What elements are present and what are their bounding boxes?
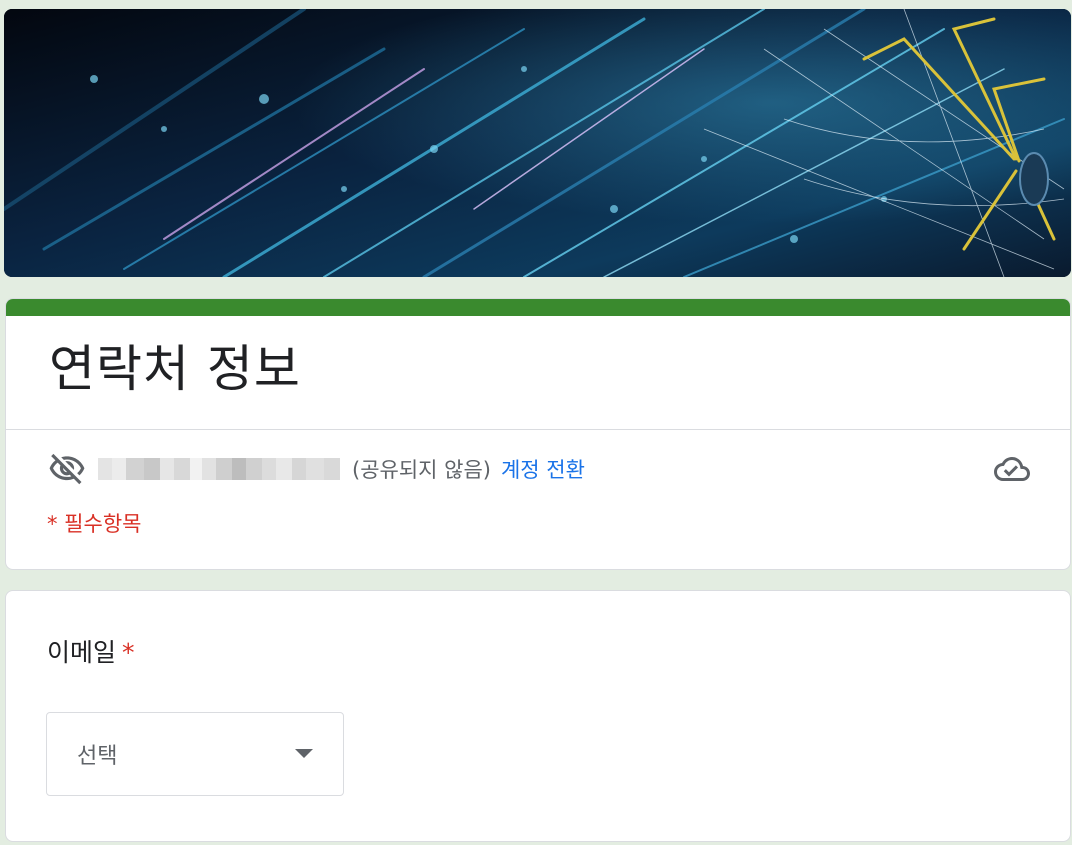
required-note: * 필수항목 [47,512,142,536]
email-question-card: 이메일 * 선택 [5,590,1071,842]
header-banner-image [4,9,1071,277]
form-page: 연락처 정보 (공유되지 않음) 계정 전환 * 필수항목 이메일 * 선택 [0,0,1072,845]
form-title-card: 연락처 정보 (공유되지 않음) 계정 전환 * 필수항목 [5,298,1071,570]
switch-account-link[interactable]: 계정 전환 [501,454,585,484]
question-title: 이메일 [47,638,117,667]
blurred-email [98,456,350,482]
title-divider [6,429,1070,430]
form-accent-bar [6,299,1070,316]
question-label: 이메일 * [47,633,135,669]
cloud-done-icon [994,457,1030,481]
dropdown-caret-icon [295,749,313,758]
email-select-dropdown[interactable]: 선택 [46,712,344,796]
form-title: 연락처 정보 [49,340,301,398]
required-asterisk: * [122,638,135,667]
select-placeholder: 선택 [77,744,118,769]
account-row: (공유되지 않음) 계정 전환 [48,449,1030,489]
visibility-off-icon [49,453,85,485]
not-shared-label: (공유되지 않음) [352,458,491,482]
